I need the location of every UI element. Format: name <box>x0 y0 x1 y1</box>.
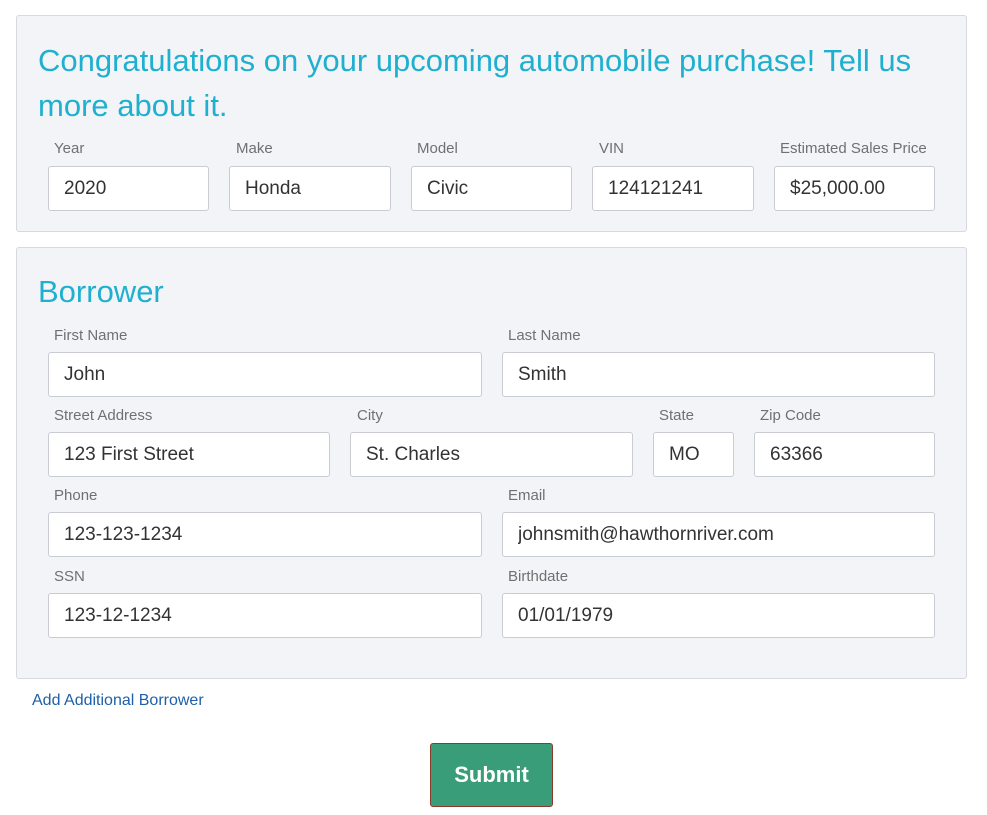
vin-input[interactable] <box>592 166 754 211</box>
borrower-heading: Borrower <box>38 274 164 309</box>
make-label: Make <box>236 140 273 157</box>
vin-label: VIN <box>599 140 625 157</box>
last-name-label: Last Name <box>508 327 581 344</box>
first-name-input[interactable] <box>48 352 482 397</box>
add-additional-borrower-link[interactable]: Add Additional Borrower <box>32 692 204 710</box>
zip-code-label: Zip Code <box>760 407 821 424</box>
street-address-input[interactable] <box>48 432 330 477</box>
last-name-input[interactable] <box>502 352 935 397</box>
vehicle-panel: Congratulations on your upcoming automob… <box>16 15 967 232</box>
birthdate-label: Birthdate <box>508 568 569 585</box>
vehicle-heading: Congratulations on your upcoming automob… <box>38 43 912 123</box>
state-input[interactable] <box>653 432 734 477</box>
city-label: City <box>357 407 383 424</box>
email-label: Email <box>508 487 546 504</box>
email-input[interactable] <box>502 512 935 557</box>
ssn-label: SSN <box>54 568 85 585</box>
city-input[interactable] <box>350 432 633 477</box>
price-label: Estimated Sales Price <box>780 140 927 157</box>
borrower-panel: Borrower First Name Last Name Street Add… <box>16 247 967 679</box>
phone-input[interactable] <box>48 512 482 557</box>
make-input[interactable] <box>229 166 391 211</box>
ssn-input[interactable] <box>48 593 482 638</box>
phone-label: Phone <box>54 487 98 504</box>
street-address-label: Street Address <box>54 407 153 424</box>
state-label: State <box>659 407 695 424</box>
year-label: Year <box>54 140 85 157</box>
year-input[interactable] <box>48 166 209 211</box>
model-input[interactable] <box>411 166 572 211</box>
zip-code-input[interactable] <box>754 432 935 477</box>
price-input[interactable] <box>774 166 935 211</box>
model-label: Model <box>417 140 458 157</box>
submit-button[interactable]: Submit <box>430 743 553 807</box>
first-name-label: First Name <box>54 327 128 344</box>
birthdate-input[interactable] <box>502 593 935 638</box>
